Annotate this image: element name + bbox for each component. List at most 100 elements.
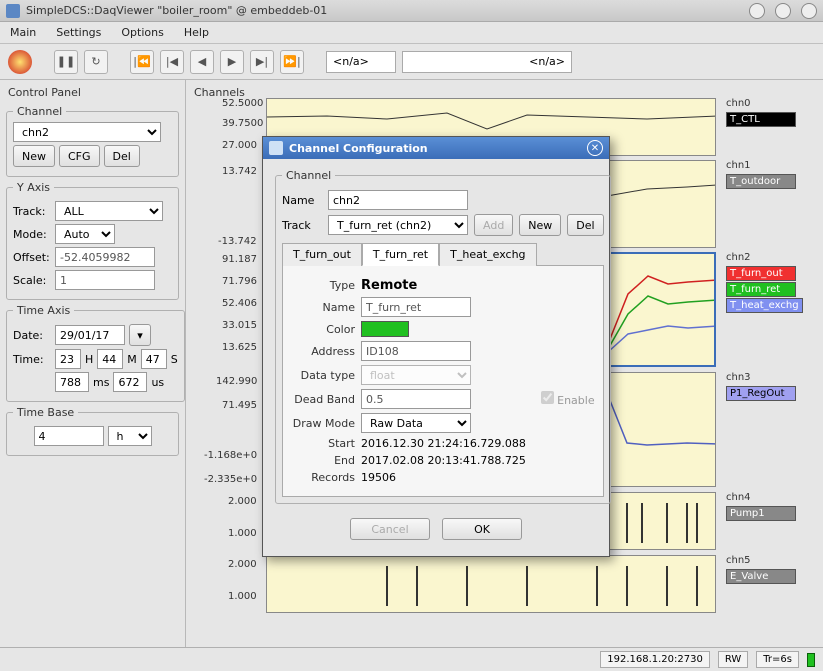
us-unit: us (151, 376, 164, 389)
maximize-button[interactable] (775, 3, 791, 19)
address-label: Address (291, 345, 355, 358)
control-panel-title: Control Panel (4, 84, 181, 101)
timebase-input[interactable] (34, 426, 104, 446)
chn0-y0: 52.5000 (222, 98, 263, 109)
offset-input[interactable] (55, 247, 155, 267)
dialog-close-button[interactable]: ✕ (587, 140, 603, 156)
status-address: 192.168.1.20:2730 (600, 651, 710, 668)
forward-full-button[interactable]: ⏩| (280, 50, 304, 74)
draw-select[interactable]: Raw Data (361, 413, 471, 433)
ms-unit: ms (93, 376, 109, 389)
records-value: 19506 (361, 471, 396, 484)
mode-select[interactable]: Auto (55, 224, 115, 244)
chn3-name: chn3 (726, 372, 751, 383)
dlg-name-input[interactable] (328, 190, 468, 210)
play-back-button[interactable]: ◀ (190, 50, 214, 74)
toolbar: ❚❚ ↻ |⏪ |◀ ◀ ▶ ▶| ⏩| <n/a> <n/a> (0, 44, 823, 80)
menubar: Main Settings Options Help (0, 22, 823, 44)
chn4-legend: Pump1 (726, 506, 796, 521)
color-label: Color (291, 323, 355, 336)
dtype-label: Data type (291, 369, 355, 382)
chn5-y0: 2.000 (228, 559, 257, 570)
dtype-select: float (361, 365, 471, 385)
time-label: Time: (13, 353, 51, 366)
dialog-ok-button[interactable]: OK (442, 518, 522, 540)
menu-main[interactable]: Main (10, 26, 36, 39)
chn4-y0: 2.000 (228, 496, 257, 507)
time-m-input[interactable] (97, 349, 123, 369)
chn0-legend: T_CTL (726, 112, 796, 127)
type-label: Type (291, 279, 355, 292)
date-picker-button[interactable]: ▾ (129, 324, 151, 346)
time-ms-input[interactable] (55, 372, 89, 392)
app-icon (6, 4, 20, 18)
h-unit: H (85, 353, 93, 366)
close-button[interactable] (801, 3, 817, 19)
track-label: Track: (13, 205, 51, 218)
chn4-name: chn4 (726, 492, 751, 503)
chn0-y2: 27.000 (222, 140, 257, 151)
menu-options[interactable]: Options (121, 26, 163, 39)
tabpane: TypeRemote Name Color Address Data typef… (282, 265, 604, 497)
address-input[interactable] (361, 341, 471, 361)
refresh-button[interactable]: ↻ (84, 50, 108, 74)
start-value: 2016.12.30 21:24:16.729.088 (361, 437, 526, 450)
chn3-y3: -2.335e+0 (204, 474, 257, 485)
tab-t-heat-exchg[interactable]: T_heat_exchg (439, 243, 536, 266)
dlg-track-label: Track (282, 219, 322, 232)
status-led-icon (807, 653, 815, 667)
date-label: Date: (13, 329, 51, 342)
step-forward-button[interactable]: ▶| (250, 50, 274, 74)
titlebar: SimpleDCS::DaqViewer "boiler_room" @ emb… (0, 0, 823, 22)
channel-select[interactable]: chn2 (13, 122, 161, 142)
timeaxis-legend: Time Axis (13, 304, 74, 317)
time-field-right[interactable]: <n/a> (402, 51, 572, 73)
status-tr: Tr=6s (756, 651, 799, 668)
time-field-left[interactable]: <n/a> (326, 51, 396, 73)
channel-new-button[interactable]: New (13, 145, 55, 167)
time-s-input[interactable] (141, 349, 167, 369)
chn0-y1: 39.7500 (222, 118, 263, 129)
timebase-fieldset: Time Base h (6, 406, 179, 456)
time-us-input[interactable] (113, 372, 147, 392)
timeaxis-fieldset: Time Axis Date:▾ Time: H M S ms us (6, 304, 185, 402)
dlg-new-button[interactable]: New (519, 214, 561, 236)
channel-del-button[interactable]: Del (104, 145, 140, 167)
play-forward-button[interactable]: ▶ (220, 50, 244, 74)
type-value: Remote (361, 278, 417, 293)
timebase-unit-select[interactable]: h (108, 426, 152, 446)
dialog-cancel-button: Cancel (350, 518, 430, 540)
date-input[interactable] (55, 325, 125, 345)
rewind-full-button[interactable]: |⏪ (130, 50, 154, 74)
scale-input[interactable] (55, 270, 155, 290)
enable-label: Enable (557, 394, 594, 407)
chart-chn5[interactable] (266, 555, 716, 613)
end-value: 2017.02.08 20:13:41.788.725 (361, 454, 526, 467)
track-select[interactable]: ALL (55, 201, 163, 221)
chn2-y2: 52.406 (222, 298, 257, 309)
chn3-y1: 71.495 (222, 400, 257, 411)
tname-input[interactable] (361, 297, 471, 317)
dlg-del-button[interactable]: Del (567, 214, 603, 236)
dlg-add-button: Add (474, 214, 513, 236)
step-back-button[interactable]: |◀ (160, 50, 184, 74)
tab-t-furn-ret[interactable]: T_furn_ret (362, 243, 439, 266)
dlg-track-select[interactable]: T_furn_ret (chn2) (328, 215, 468, 235)
menu-settings[interactable]: Settings (56, 26, 101, 39)
tab-t-furn-out[interactable]: T_furn_out (282, 243, 362, 266)
scale-label: Scale: (13, 274, 51, 287)
color-swatch[interactable] (361, 321, 409, 337)
end-label: End (291, 454, 355, 467)
time-h-input[interactable] (55, 349, 81, 369)
menu-help[interactable]: Help (184, 26, 209, 39)
dband-input[interactable] (361, 389, 471, 409)
channel-cfg-button[interactable]: CFG (59, 145, 100, 167)
record-button[interactable] (8, 50, 32, 74)
pause-button[interactable]: ❚❚ (54, 50, 78, 74)
records-label: Records (291, 471, 355, 484)
dialog-titlebar[interactable]: Channel Configuration ✕ (263, 137, 609, 159)
chn2-y0: 91.187 (222, 254, 257, 265)
enable-checkbox (541, 391, 554, 404)
minimize-button[interactable] (749, 3, 765, 19)
channel-fieldset: Channel chn2 New CFG Del (6, 105, 179, 177)
